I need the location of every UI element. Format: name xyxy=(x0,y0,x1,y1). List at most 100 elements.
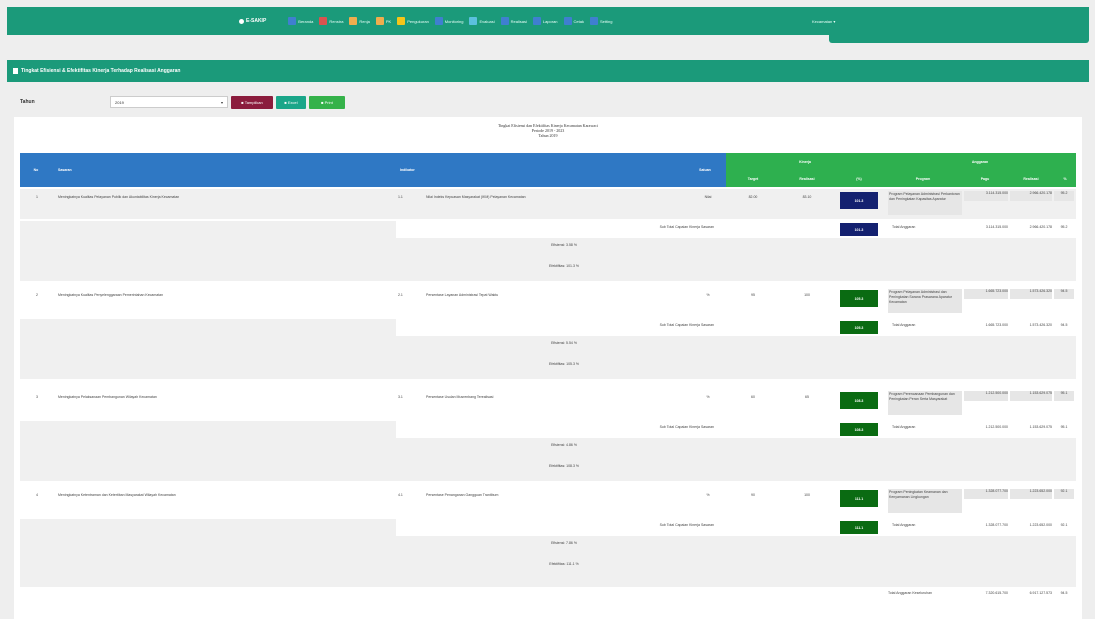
year-select[interactable]: 2019 ▾ xyxy=(110,96,228,108)
efisiensi-text: Efisiensi: 7.86 % xyxy=(551,541,577,545)
row-real: 2.966.420.178 xyxy=(1010,191,1052,201)
report-card: Tingkat Efisiensi dan Efektifitas Kinerj… xyxy=(14,117,1082,619)
menu-icon xyxy=(469,17,478,25)
row-number: 1 xyxy=(36,195,38,199)
menu-icon xyxy=(319,17,328,25)
brand-icon xyxy=(239,18,244,24)
filter-button-2[interactable]: ■ Print xyxy=(309,95,345,109)
document-icon xyxy=(13,68,18,74)
menu-item-4[interactable]: Pengukuran xyxy=(397,17,429,25)
menu-icon xyxy=(563,17,572,25)
header-anggaran: Anggaran xyxy=(884,153,1076,170)
row-program: Program Pelayanan Administrasi Perkantor… xyxy=(888,191,962,215)
row-real: 1.153.629.075 xyxy=(1010,391,1052,401)
row-persen: 92.1 xyxy=(1054,489,1074,499)
year-label: Tahun xyxy=(20,99,35,105)
row-kode: 1.1 xyxy=(398,195,403,199)
row-indikator: Persentase Usulan Musrenbang Terealisasi xyxy=(426,395,494,399)
grand-total-persen: 94.5 xyxy=(1060,591,1068,595)
menu-item-2[interactable]: Renja xyxy=(349,17,370,25)
efisiensi-text: Efisiensi: 5.54 % xyxy=(551,341,577,345)
user-menu[interactable]: Kecamatan ▾ xyxy=(812,19,835,24)
grand-total-real: 6.917.127.573 xyxy=(1029,591,1052,595)
row-pk-badge: 111.1 xyxy=(840,490,878,507)
row-number: 3 xyxy=(36,395,38,399)
header-persen: % xyxy=(1054,170,1076,187)
menu-item-6[interactable]: Evaluasi xyxy=(469,17,495,25)
brand[interactable]: E-SAKIP xyxy=(239,18,266,24)
row-realisasi: 83.10 xyxy=(802,195,812,199)
menu-item-5[interactable]: Monitoring xyxy=(434,17,463,25)
menu-icon xyxy=(500,17,509,25)
subtotal-real: 1.223.652.000 xyxy=(1029,523,1052,527)
header-pk: (%) xyxy=(834,170,884,187)
menu-icon xyxy=(349,17,358,25)
row-pagu: 1.212.500.000 xyxy=(964,391,1008,401)
subtotal-persen: 95.2 xyxy=(1060,225,1068,229)
header-kinerja: Kinerja xyxy=(726,153,884,170)
row-sasaran: Meningkatnya Ketentraman dan Ketertiban … xyxy=(58,493,176,497)
main-menu: Beranda Renstra Renja PK Pengukuran Monitorin… xyxy=(288,17,612,25)
row-sasaran: Meningkatnya Kualitas Penyelenggaraan Pe… xyxy=(58,293,164,297)
row-pagu: 1.665.723.000 xyxy=(964,289,1008,299)
subtotal-program: Total Anggaran xyxy=(892,225,916,229)
row-persen: 95.1 xyxy=(1054,391,1074,401)
subtotal-label: Sub Total Capaian Kinerja Sasaran xyxy=(659,323,714,327)
header-indikator: Indikator xyxy=(394,153,684,187)
row-target: 95 xyxy=(751,293,755,297)
efektifitas-text: Efektifitas: 101.3 % xyxy=(549,264,579,268)
row-indikator: Nilai Indeks Kepuasan Masyarakat (IKM) P… xyxy=(426,195,526,199)
efektifitas-text: Efektifitas: 108.3 % xyxy=(549,464,579,468)
menu-icon xyxy=(397,17,406,25)
row-number: 2 xyxy=(36,293,38,297)
menu-icon xyxy=(434,17,443,25)
header-target: Target xyxy=(726,170,780,187)
menu-item-3[interactable]: PK xyxy=(375,17,391,25)
row-kode: 3.1 xyxy=(398,395,403,399)
row-target: 60 xyxy=(751,395,755,399)
efektifitas-text: Efektifitas: 105.3 % xyxy=(549,362,579,366)
efisiensi-text: Efisiensi: 3.58 % xyxy=(551,243,577,247)
row-satuan: % xyxy=(706,493,710,497)
row-persen: 94.5 xyxy=(1054,289,1074,299)
panel-header: Tingkat Efisiensi & Efektifitas Kinerja … xyxy=(7,60,1089,82)
subtotal-real: 1.573.426.320 xyxy=(1029,323,1052,327)
grand-total-label: Total Anggaran Keseluruhan xyxy=(888,591,932,595)
menu-item-1[interactable]: Renstra xyxy=(319,17,343,25)
menu-item-9[interactable]: Cetak xyxy=(563,17,584,25)
row-kode: 4.1 xyxy=(398,493,403,497)
filter-button-1[interactable]: ■ Excel xyxy=(276,95,306,109)
row-pk-badge: 105.3 xyxy=(840,290,878,307)
row-realisasi: 100 xyxy=(804,493,810,497)
row-kode: 2.1 xyxy=(398,293,403,297)
row-satuan: % xyxy=(706,293,710,297)
grand-total-pagu: 7.320.615.700 xyxy=(985,591,1008,595)
row-sasaran: Meningkatnya Kualitas Pelayanan Publik d… xyxy=(58,195,180,199)
top-navbar: E-SAKIP Beranda Renstra Renja PK Pengukuran M… xyxy=(7,7,1089,35)
button-icon: ■ xyxy=(321,99,324,105)
header-program: Program xyxy=(884,170,962,187)
menu-icon xyxy=(532,17,541,25)
row-pk-badge: 108.3 xyxy=(840,392,878,409)
filter-button-0[interactable]: ■ Tampilkan xyxy=(231,95,273,109)
subtotal-label: Sub Total Capaian Kinerja Sasaran xyxy=(659,225,714,229)
row-persen: 95.2 xyxy=(1054,191,1074,201)
subtotal-persen: 94.5 xyxy=(1060,323,1068,327)
button-icon: ■ xyxy=(241,99,244,105)
row-program: Program Pelayanan Administrasi dan Penin… xyxy=(888,289,962,313)
header-realisasi-anggaran: Realisasi xyxy=(1008,170,1054,187)
row-realisasi: 100 xyxy=(804,293,810,297)
header-no: No xyxy=(20,153,52,187)
subtotal-pagu: 1.328.077.700 xyxy=(985,523,1008,527)
menu-item-8[interactable]: Laporan xyxy=(532,17,558,25)
row-real: 1.573.426.320 xyxy=(1010,289,1052,299)
row-spacer xyxy=(20,579,1076,587)
menu-item-0[interactable]: Beranda xyxy=(288,17,313,25)
subtotal-pk-badge: 101.3 xyxy=(840,223,878,236)
subtotal-pk-badge: 111.1 xyxy=(840,521,878,534)
menu-icon xyxy=(375,17,384,25)
menu-item-10[interactable]: Setting xyxy=(589,17,612,25)
menu-item-7[interactable]: Realisasi xyxy=(500,17,527,25)
subtotal-pk-badge: 108.3 xyxy=(840,423,878,436)
row-indikator: Persentase Penanganan Gangguan Trantibum xyxy=(426,493,499,497)
